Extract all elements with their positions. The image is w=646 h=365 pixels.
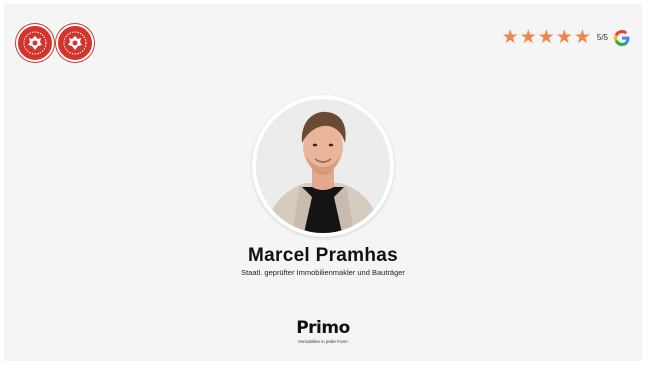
- award-seal-icon: [16, 24, 54, 62]
- brand-tagline: Immobilien in jeder Form: [298, 339, 348, 344]
- star-icon: ★: [501, 27, 519, 48]
- award-seal-icon: [56, 24, 94, 62]
- rating-summary[interactable]: ★ ★ ★ ★ ★ 5/5: [502, 28, 630, 47]
- google-g-icon[interactable]: [614, 29, 630, 46]
- star-rating: ★ ★ ★ ★ ★: [502, 28, 591, 47]
- star-icon: ★: [537, 27, 555, 48]
- brand-logo[interactable]: Primo Immobilien in jeder Form: [0, 318, 646, 344]
- avatar-frame: [252, 95, 394, 237]
- brand-logo-text: Primo: [296, 318, 350, 338]
- job-title: Staatl. geprüfter Immobilienmakler und B…: [241, 268, 405, 277]
- avatar: [256, 99, 390, 233]
- rating-score: 5/5: [596, 33, 608, 42]
- award-badges: [16, 24, 94, 62]
- star-icon: ★: [573, 27, 591, 48]
- profile-card: ★ ★ ★ ★ ★ 5/5 Marcel Pramhas Staatl. gep…: [4, 4, 642, 361]
- star-icon: ★: [555, 27, 573, 48]
- star-icon: ★: [519, 27, 537, 48]
- person-name: Marcel Pramhas: [248, 245, 398, 266]
